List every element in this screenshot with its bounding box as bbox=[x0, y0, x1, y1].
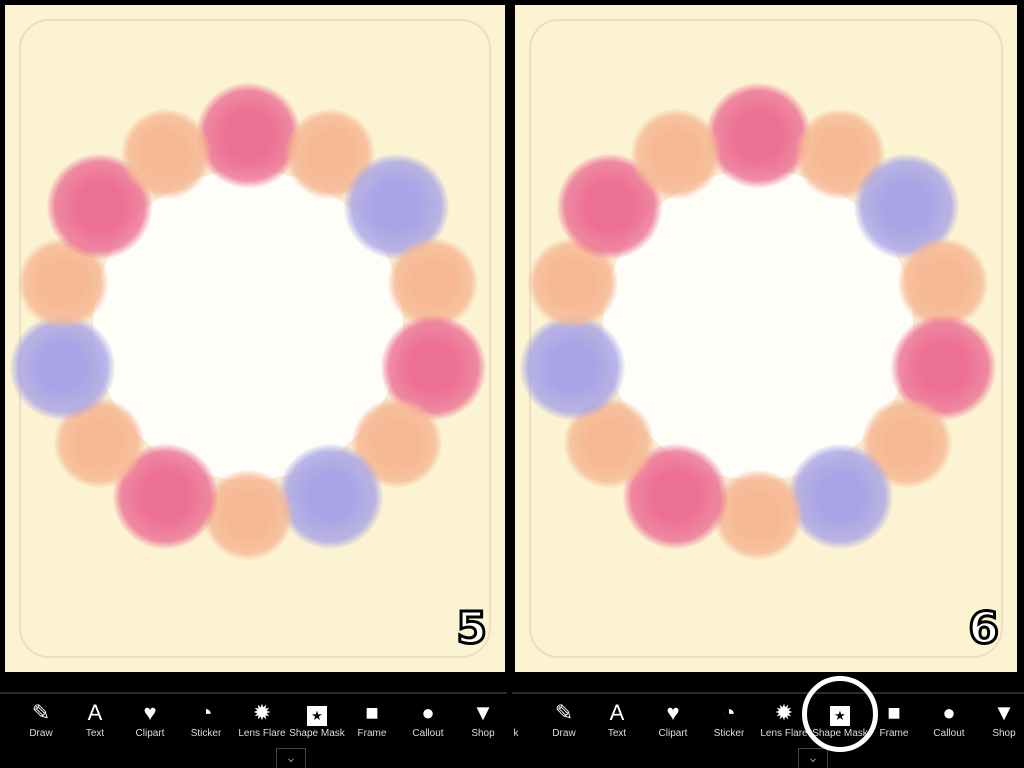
shopping-bag-icon: ▼ bbox=[993, 700, 1015, 725]
flower bbox=[195, 82, 301, 188]
flower bbox=[787, 443, 893, 549]
flower bbox=[705, 82, 811, 188]
step-number: 6 bbox=[967, 602, 1001, 656]
flower bbox=[630, 108, 721, 199]
flower bbox=[277, 443, 383, 549]
highlight-circle bbox=[802, 676, 878, 752]
tool-text[interactable]: A Text bbox=[585, 700, 649, 739]
tool-bar: ✎ Draw A Text ♥ Clipart ◔ Sticker ✹ Lens Flare ★ Sh… bbox=[0, 692, 507, 768]
tool-bar: k ✎ Draw A Text ♥ Clipart ◔ Sticker ✹ Lens Flare ★… bbox=[512, 692, 1024, 768]
tool-clipart[interactable]: ♥ Clipart bbox=[118, 700, 182, 739]
tool-label: Shop bbox=[471, 728, 495, 739]
flower bbox=[520, 314, 626, 420]
flower bbox=[120, 108, 211, 199]
tool-label: Sticker bbox=[190, 728, 222, 739]
screenshot-panel-5: 5 ✎ Draw A Text ♥ Clipart ◔ Sticker ✹ Lens Flare ★… bbox=[0, 0, 507, 768]
flower bbox=[10, 314, 116, 420]
tool-label: Text bbox=[607, 728, 627, 739]
heart-star-icon: ♥ bbox=[666, 700, 680, 725]
step-number: 5 bbox=[455, 602, 489, 656]
tool-sticker[interactable]: ◔ Sticker bbox=[174, 700, 238, 739]
sticker-icon: ◔ bbox=[199, 700, 213, 725]
text-a-icon: A bbox=[609, 700, 625, 725]
tool-shop[interactable]: ▼ Shop bbox=[972, 700, 1024, 739]
tool-clipart[interactable]: ♥ Clipart bbox=[641, 700, 705, 739]
tool-shop[interactable]: ▼ Shop bbox=[451, 700, 507, 739]
tool-label: Shop bbox=[992, 728, 1016, 739]
image-canvas[interactable]: 5 bbox=[5, 5, 505, 672]
screenshot-panel-6: 6 k ✎ Draw A Text ♥ Clipart ◔ Sticker ✹ Lens Flar… bbox=[512, 0, 1024, 768]
frame-icon: ■ bbox=[365, 700, 379, 725]
chevron-down-icon[interactable]: ⌄ bbox=[798, 748, 828, 768]
heart-star-icon: ♥ bbox=[143, 700, 157, 725]
image-canvas[interactable]: 6 bbox=[515, 5, 1017, 672]
shopping-bag-icon: ▼ bbox=[472, 700, 494, 725]
tool-label: Clipart bbox=[658, 728, 688, 739]
tool-frame[interactable]: ■ Frame bbox=[340, 700, 404, 739]
tool-label: Frame bbox=[357, 728, 387, 739]
chevron-down-icon[interactable]: ⌄ bbox=[276, 748, 306, 768]
tool-label: Clipart bbox=[135, 728, 165, 739]
